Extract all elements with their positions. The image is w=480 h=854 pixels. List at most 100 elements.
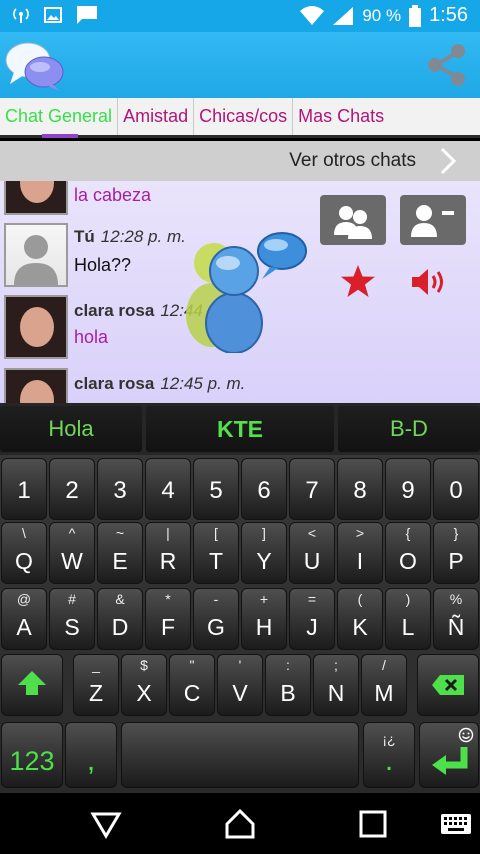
key-5[interactable]: 5: [193, 458, 239, 520]
other-chats-label: Ver otros chats: [289, 150, 416, 171]
star-icon[interactable]: [340, 264, 376, 298]
key-c[interactable]: " C: [169, 654, 215, 716]
back-icon[interactable]: [90, 808, 122, 840]
key-j[interactable]: = J: [289, 588, 335, 650]
key-t[interactable]: [T: [193, 522, 239, 584]
volume-icon[interactable]: [410, 267, 446, 297]
key-alt-label: ]: [262, 525, 266, 541]
key-u[interactable]: < U: [289, 522, 335, 584]
key-label: .: [384, 744, 394, 777]
backspace-icon: [432, 675, 464, 695]
wifi-icon: [300, 5, 325, 25]
message-notification-icon: [77, 6, 97, 24]
key-k[interactable]: (K: [337, 588, 383, 650]
key-label: W: [61, 548, 83, 574]
avatar[interactable]: [4, 368, 68, 403]
period-key[interactable]: ¡¿.: [363, 722, 415, 788]
key-s[interactable]: # S: [49, 588, 95, 650]
avatar[interactable]: [4, 181, 68, 215]
message-text: la cabeza: [74, 185, 152, 205]
comma-key[interactable]: ,: [65, 722, 117, 788]
key-f[interactable]: * F: [145, 588, 191, 650]
backspace-key[interactable]: [417, 654, 479, 716]
key-v[interactable]: ' V: [217, 654, 263, 716]
key-a[interactable]: @ A: [1, 588, 47, 650]
key-label: N: [327, 680, 345, 706]
key-y[interactable]: ] Y: [241, 522, 287, 584]
key-label: 2: [65, 477, 79, 504]
key-4[interactable]: 4: [145, 458, 191, 520]
key-z[interactable]: _ Z: [73, 654, 119, 716]
key-w[interactable]: ^ W: [49, 522, 95, 584]
numbers-key[interactable]: 123: [1, 722, 63, 788]
suggestion-2[interactable]: KTE: [146, 406, 334, 452]
remove-user-button[interactable]: [400, 195, 466, 245]
key-label: 7: [305, 477, 319, 504]
tab-amistad[interactable]: Amistad: [118, 98, 195, 135]
key-alt-label: (: [357, 591, 363, 607]
recents-icon[interactable]: [357, 808, 389, 840]
key-label: F: [160, 614, 176, 640]
status-bar: 90 % 1:56: [0, 0, 480, 32]
key-alt-label: ": [189, 657, 195, 673]
key-9[interactable]: 9: [385, 458, 431, 520]
tab-chicas-cos[interactable]: Chicas/cos: [194, 98, 294, 135]
key-label: H: [255, 614, 273, 640]
suggestion-3[interactable]: B-D: [338, 406, 480, 452]
suggestion-1[interactable]: Hola: [0, 406, 142, 452]
key-i[interactable]: > I: [337, 522, 383, 584]
wireless-hotspot-icon: [13, 8, 29, 23]
message-time: 12:45 p. m.: [160, 374, 246, 393]
key-alt-label: ^: [68, 525, 76, 541]
key-b[interactable]: :B: [265, 654, 311, 716]
key-2[interactable]: 2: [49, 458, 95, 520]
home-icon[interactable]: [224, 808, 256, 840]
key-6[interactable]: 6: [241, 458, 287, 520]
key-1[interactable]: 1: [1, 458, 47, 520]
key-enye[interactable]: % Ñ: [433, 588, 479, 650]
sender-name: Tú 12:28 p. m.: [74, 227, 186, 247]
avatar[interactable]: [4, 223, 68, 287]
enter-key[interactable]: [419, 722, 479, 788]
status-indicators: 90 % 1:56: [300, 4, 468, 27]
key-alt-label: &: [115, 591, 125, 607]
key-label: I: [356, 548, 364, 574]
avatar[interactable]: [4, 295, 68, 359]
key-d[interactable]: & D: [97, 588, 143, 650]
key-8[interactable]: 8: [337, 458, 383, 520]
space-key[interactable]: [121, 722, 359, 788]
key-label: 5: [209, 477, 223, 504]
key-l[interactable]: ) L: [385, 588, 431, 650]
shift-key[interactable]: [1, 654, 63, 716]
key-alt-label: \: [22, 525, 26, 541]
key-7[interactable]: 7: [289, 458, 335, 520]
chat-message-list[interactable]: la cabeza Tú 12:28 p. m. Hola?? clara ros…: [0, 181, 480, 403]
key-q[interactable]: \ Q: [1, 522, 47, 584]
group-users-button[interactable]: [320, 195, 386, 245]
share-icon[interactable]: [424, 42, 470, 88]
tab-chat-general[interactable]: Chat General: [0, 98, 119, 138]
message-text: Hola??: [74, 255, 132, 275]
chat-message: la cabeza: [4, 181, 304, 217]
key-label: 9: [401, 477, 415, 504]
other-chats-bar[interactable]: Ver otros chats: [0, 141, 480, 181]
tab-mas-chats[interactable]: Mas Chats: [293, 98, 389, 135]
key-m[interactable]: / M: [361, 654, 407, 716]
chat-bubbles-logo-icon[interactable]: [4, 40, 66, 92]
key-label: ,: [86, 744, 96, 777]
key-alt-label: @: [16, 591, 32, 607]
key-n[interactable]: ; N: [313, 654, 359, 716]
key-g[interactable]: -G: [193, 588, 239, 650]
key-3[interactable]: 3: [97, 458, 143, 520]
key-alt-label: :: [286, 657, 290, 673]
key-p[interactable]: } P: [433, 522, 479, 584]
key-o[interactable]: {O: [385, 522, 431, 584]
key-label: O: [399, 548, 417, 574]
key-0[interactable]: 0: [433, 458, 479, 520]
key-x[interactable]: $ X: [121, 654, 167, 716]
key-r[interactable]: | R: [145, 522, 191, 584]
keyboard-icon[interactable]: [440, 808, 472, 840]
key-e[interactable]: ~ E: [97, 522, 143, 584]
key-h[interactable]: + H: [241, 588, 287, 650]
shift-arrow-icon: [18, 671, 46, 695]
